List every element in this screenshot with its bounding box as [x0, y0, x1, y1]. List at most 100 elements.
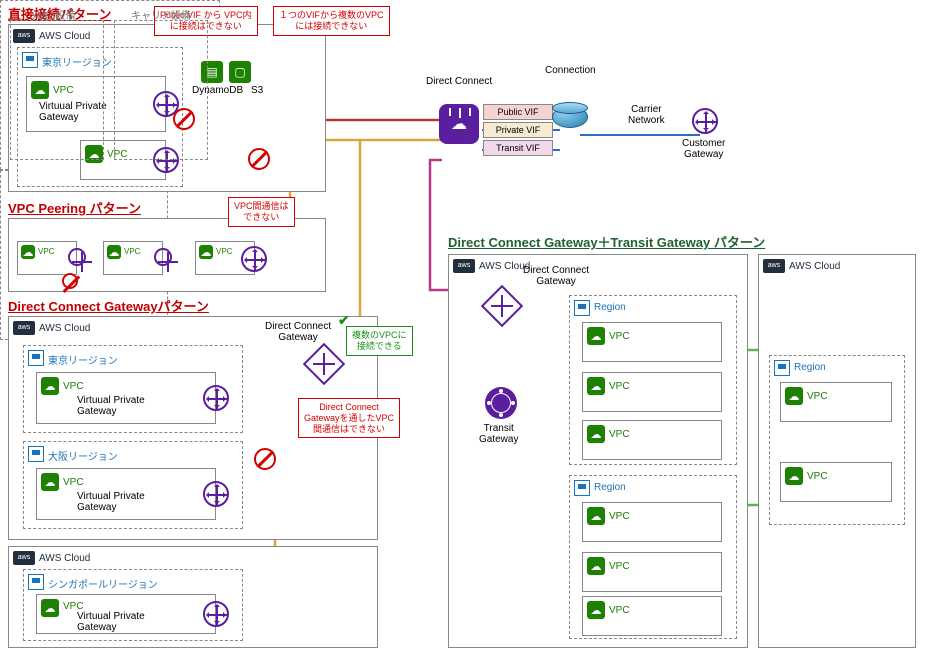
dc-label: Direct Connect: [426, 76, 492, 87]
aws-logo-icon: aws: [13, 551, 35, 565]
vpc-icon: [785, 387, 803, 405]
vgw-icon: [203, 601, 229, 627]
vpc-label: VPC: [609, 429, 630, 440]
carrier-network-label: Carrier Network: [628, 104, 665, 126]
transit-vif: Transit VIF: [483, 140, 553, 156]
vpc-icon: [587, 507, 605, 525]
vpc-osaka: VPC Virtuual Private Gateway: [36, 468, 216, 520]
peer-vpc-3: VPC: [195, 241, 255, 275]
vpc-icon: [587, 557, 605, 575]
vpc-b2: VPC: [582, 552, 722, 592]
dcg-icon: [481, 285, 523, 327]
public-vif: Public VIF: [483, 104, 553, 120]
aws-cloud-tgw-1: aws AWS Cloud Direct Connect Gateway Tra…: [448, 254, 748, 648]
singapore-region: シンガポールリージョン VPC Virtuual Private Gateway: [23, 569, 243, 641]
vpc-label: VPC: [609, 381, 630, 392]
vpc-b1: VPC: [582, 502, 722, 542]
region-flag-icon: [28, 446, 44, 462]
aws-facility: AWS設備: [10, 20, 104, 160]
vpc-label: VPC: [609, 605, 630, 616]
vpc-icon: [587, 377, 605, 395]
region-flag-icon: [574, 300, 590, 316]
callout-multi-vpc-ok: 複数のVPCに 接続できる: [346, 326, 413, 356]
prohibited-icon: [248, 148, 270, 170]
vpc-label: VPC: [609, 561, 630, 572]
vpg-label: Virtuual Private Gateway: [77, 395, 145, 417]
peer-vpc-1: VPC: [17, 241, 77, 275]
aws-logo-icon: aws: [763, 259, 785, 273]
vpc-label: VPC: [216, 247, 232, 256]
dcg-icon: [303, 343, 345, 385]
title-dcgw: Direct Connect Gatewayパターン: [8, 296, 209, 315]
tgw-label: Transit Gateway: [479, 423, 518, 445]
tokyo-region-2: 東京リージョン VPC Virtuual Private Gateway: [23, 345, 243, 433]
region-flag-icon: [774, 360, 790, 376]
dcg-label: Direct Connect Gateway: [265, 321, 331, 343]
dcg-label: Direct Connect Gateway: [523, 265, 589, 287]
region-label: Region: [594, 482, 626, 493]
vpc-icon: [41, 377, 59, 395]
aws-facility-label: AWS設備: [33, 7, 75, 22]
vpc-label: VPC: [38, 247, 54, 256]
peer-vpc-2: VPC: [103, 241, 163, 275]
vpc-icon: [199, 245, 213, 259]
peering-box: VPC VPC VPC: [8, 218, 326, 292]
carrier-facility: キャリア設備: [114, 20, 208, 160]
vpg-label: Virtuual Private Gateway: [77, 491, 145, 513]
router-icon: [552, 106, 588, 128]
vpc-icon: [785, 467, 803, 485]
vpc-label: VPC: [807, 471, 828, 482]
region-b: Region VPC VPC VPC: [569, 475, 737, 639]
vpc-icon: [41, 473, 59, 491]
vgw-icon: [241, 246, 267, 272]
region-label: Region: [794, 362, 826, 373]
callout-peering-no: VPC間通信は できない: [228, 197, 295, 227]
aws-logo-icon: aws: [453, 259, 475, 273]
connection-label: Connection: [545, 65, 596, 76]
tgw-icon: [485, 387, 517, 419]
vpg-label: Virtuual Private Gateway: [77, 611, 145, 633]
title-dcgw-tgw: Direct Connect Gateway＋Transit Gateway パ…: [448, 232, 765, 251]
vpc-icon: [41, 599, 59, 617]
vpc-label: VPC: [609, 511, 630, 522]
vpc-icon: [587, 327, 605, 345]
vpc-a2: VPC: [582, 372, 722, 412]
vpc-label: VPC: [124, 247, 140, 256]
s3-label: S3: [251, 85, 263, 96]
vpc-tokyo2: VPC Virtuual Private Gateway: [36, 372, 216, 424]
osaka-label: 大阪リージョン: [48, 448, 118, 463]
callout-dcgw-no-inter-vpc: Direct Connect Gatewayを通したVPC 間通信はできない: [298, 398, 400, 438]
region-flag-icon: [574, 480, 590, 496]
singapore-label: シンガポールリージョン: [48, 576, 158, 591]
vpc-b3: VPC: [582, 596, 722, 636]
tokyo-label: 東京リージョン: [48, 352, 118, 367]
direct-connect-icon: [439, 104, 479, 144]
vpc-icon: [587, 425, 605, 443]
vpc-label: VPC: [609, 331, 630, 342]
vpc-c1: VPC: [780, 382, 892, 422]
vpc-a1: VPC: [582, 322, 722, 362]
vgw-icon: [203, 385, 229, 411]
vpc-label: VPC: [807, 391, 828, 402]
region-c: Region VPC VPC: [769, 355, 905, 525]
region-flag-icon: [28, 574, 44, 590]
vgw-icon: [154, 248, 172, 266]
region-flag-icon: [28, 350, 44, 366]
vpc-icon: [107, 245, 121, 259]
aws-cloud-tgw-2: aws AWS Cloud Region VPC VPC: [758, 254, 916, 648]
prohibited-icon: [62, 273, 78, 289]
vpc-singapore: VPC Virtuual Private Gateway: [36, 594, 216, 634]
aws-cloud-label: AWS Cloud: [39, 553, 90, 564]
aws-cloud-label: AWS Cloud: [789, 261, 840, 272]
private-vif: Private VIF: [483, 122, 553, 138]
osaka-region: 大阪リージョン VPC Virtuual Private Gateway: [23, 441, 243, 529]
vpc-label: VPC: [63, 381, 84, 392]
region-label: Region: [594, 302, 626, 313]
aws-cloud-dcgw-2: aws AWS Cloud シンガポールリージョン VPC Virtuual P…: [8, 546, 378, 648]
customer-gateway-label: Customer Gateway: [682, 138, 725, 160]
dx-location-label: Direct Connect ロケーション: [8, 0, 137, 1]
vpc-c2: VPC: [780, 462, 892, 502]
customer-gateway-icon: [692, 108, 718, 134]
s3-icon: [229, 61, 251, 83]
vgw-icon: [68, 248, 86, 266]
